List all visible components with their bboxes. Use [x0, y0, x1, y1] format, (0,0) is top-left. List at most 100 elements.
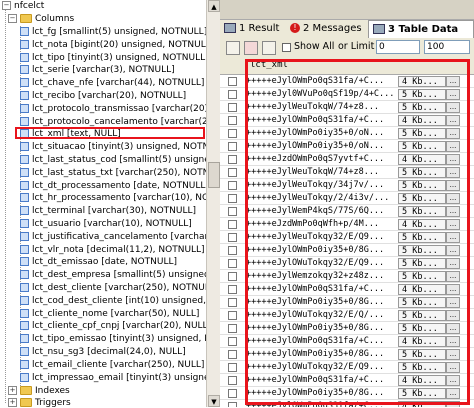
scroll-up-arrow-icon[interactable]: ▲ — [208, 0, 220, 12]
tree-column-item[interactable]: lct_last_status_txt [varchar(250), NOTNU… — [20, 167, 208, 179]
tree-column-item[interactable]: lct_protocolo_cancelamento [varchar(20),… — [20, 116, 208, 128]
row-select-checkbox[interactable] — [228, 402, 237, 407]
tree-column-item[interactable]: lct_serie [varchar(3), NOTNULL] — [20, 65, 175, 76]
tree-column-item[interactable]: lct_nota [bigint(20) unsigned, NOTNULL] — [20, 39, 208, 51]
row-select-checkbox[interactable] — [228, 363, 237, 372]
row-select-checkbox[interactable] — [228, 350, 237, 359]
tree-column-item[interactable]: lct_tipo [tinyint(3) unsigned, NOTNULL] — [20, 52, 208, 64]
scroll-down-arrow-icon[interactable]: ▼ — [208, 395, 220, 407]
row-select-checkbox[interactable] — [228, 311, 237, 320]
tree-column-label: lct_email_cliente [varchar(250), NULL] — [32, 359, 205, 370]
tab-table-data[interactable]: 3 Table Data — [368, 20, 474, 38]
tree-column-item[interactable]: lct_cliente_nome [varchar(50), NULL] — [20, 308, 199, 320]
column-icon — [20, 116, 29, 126]
table-name: nfcelct — [14, 1, 45, 11]
row-select-checkbox[interactable] — [228, 90, 237, 99]
filter-icon[interactable] — [262, 41, 276, 55]
tab-messages[interactable]: ! 2 Messages — [290, 20, 362, 38]
column-icon — [20, 206, 29, 216]
row-select-checkbox[interactable] — [228, 324, 237, 333]
tree-columns-node[interactable]: − Columns — [8, 14, 74, 25]
limit-input[interactable]: 100 — [424, 40, 470, 54]
indexes-label: Indexes — [35, 386, 70, 396]
tree-column-item[interactable]: lct_dt_emissao [date, NOTNULL] — [20, 257, 177, 268]
tree-column-item[interactable]: lct_situacao [tinyint(3) unsigned, NOTNU… — [20, 142, 208, 153]
scrollbar-thumb[interactable] — [208, 162, 220, 188]
row-select-checkbox[interactable] — [228, 155, 237, 164]
offset-input[interactable]: 0 — [376, 40, 420, 54]
tree-indexes-node[interactable]: + Indexes — [8, 386, 70, 397]
column-icon — [20, 193, 29, 203]
tree-column-label: lct_impressao_email [tinyint(3) unsigned… — [32, 372, 208, 383]
tree-column-item[interactable]: lct_tipo_emissao [tinyint(3) unsigned, N… — [20, 334, 208, 345]
tree-column-item[interactable]: lct_protocolo_transmissao [varchar(20), … — [20, 103, 208, 115]
row-select-checkbox[interactable] — [228, 337, 237, 346]
row-select-checkbox[interactable] — [228, 272, 237, 281]
tree-column-item[interactable]: lct_cliente_cpf_cnpj [varchar(20), NULL] — [20, 321, 208, 332]
tree-column-item[interactable]: lct_nsu_sg3 [decimal(24,0), NULL] — [20, 347, 186, 358]
tree-column-item[interactable]: lct_usuario [varchar(10), NOTNULL] — [20, 219, 192, 230]
tab-table-data-label: 3 Table Data — [388, 24, 459, 35]
tree-column-item[interactable]: lct_last_status_cod [smallint(5) unsigne… — [20, 155, 208, 166]
tree-triggers-node[interactable]: + Triggers — [8, 398, 71, 407]
column-icon — [20, 372, 29, 382]
tree-column-item[interactable]: lct_recibo [varchar(20), NOTNULL] — [20, 91, 186, 102]
collapse-icon[interactable]: − — [8, 14, 17, 23]
row-select-checkbox[interactable] — [228, 116, 237, 125]
tree-table-node[interactable]: − nfcelct — [2, 1, 44, 12]
save-changes-icon[interactable] — [226, 41, 240, 55]
error-icon: ! — [290, 23, 300, 33]
row-select-checkbox[interactable] — [228, 103, 237, 112]
tree-column-label: lct_dest_empresa [smallint(5) unsigned, … — [32, 270, 208, 281]
row-select-checkbox[interactable] — [228, 194, 237, 203]
tree-column-item[interactable]: lct_cod_dest_cliente [int(10) unsigned, … — [20, 295, 208, 307]
row-select-checkbox[interactable] — [228, 298, 237, 307]
row-select-checkbox[interactable] — [228, 168, 237, 177]
column-icon — [20, 65, 29, 75]
tree-column-item[interactable]: lct_justificativa_cancelamento [varchar(… — [20, 231, 208, 243]
row-select-checkbox[interactable] — [228, 220, 237, 229]
row-select-checkbox[interactable] — [228, 259, 237, 268]
column-icon — [20, 52, 29, 62]
triggers-label: Triggers — [35, 398, 71, 407]
expand-icon[interactable]: + — [8, 398, 17, 407]
tree-column-item[interactable]: lct_terminal [varchar(30), NOTNULL] — [20, 206, 196, 217]
tree-column-item[interactable]: lct_dt_processamento [date, NOTNULL] — [20, 180, 208, 192]
row-select-checkbox[interactable] — [228, 233, 237, 242]
row-select-checkbox[interactable] — [228, 376, 237, 385]
column-icon — [20, 244, 29, 254]
tree-column-item[interactable]: lct_dest_empresa [smallint(5) unsigned, … — [20, 270, 208, 281]
tab-result[interactable]: 1 Result — [224, 20, 279, 38]
tree-column-item[interactable]: lct_dest_cliente [varchar(250), NOTNULL] — [20, 283, 208, 294]
row-select-checkbox[interactable] — [228, 207, 237, 216]
tree-column-label: lct_situacao [tinyint(3) unsigned, NOTNU… — [32, 142, 208, 153]
column-icon — [20, 142, 29, 152]
row-select-checkbox[interactable] — [228, 77, 237, 86]
row-select-checkbox[interactable] — [228, 181, 237, 190]
column-icon — [20, 155, 29, 164]
tree-column-item[interactable]: lct_hr_processamento [varchar(10), NOTNU… — [20, 193, 208, 204]
expand-icon[interactable]: + — [8, 386, 17, 395]
row-select-checkbox[interactable] — [228, 129, 237, 138]
delete-row-icon[interactable] — [244, 41, 258, 55]
tree-column-item[interactable]: lct_chave_nfe [varchar(44), NOTNULL] — [20, 78, 204, 89]
column-icon — [20, 283, 29, 292]
column-icon — [20, 334, 29, 344]
tree-column-item[interactable]: lct_fg [smallint(5) unsigned, NOTNULL] — [20, 27, 207, 38]
tree-column-item[interactable]: lct_vlr_nota [decimal(11,2), NOTNULL] — [20, 244, 205, 256]
panel-header-strip — [220, 0, 474, 20]
tree-scrollbar[interactable]: ▲ ▼ — [206, 0, 221, 407]
tree-column-label: lct_dt_emissao [date, NOTNULL] — [32, 257, 177, 268]
collapse-icon[interactable]: − — [2, 1, 11, 10]
show-all-checkbox[interactable] — [282, 43, 291, 52]
folder-icon — [20, 398, 32, 407]
tree-column-label: lct_dest_cliente [varchar(250), NOTNULL] — [32, 283, 208, 293]
row-select-checkbox[interactable] — [228, 246, 237, 255]
object-tree: − nfcelct − Columns lct_fg [smallint(5) un… — [0, 0, 208, 407]
row-select-checkbox[interactable] — [228, 142, 237, 151]
tree-column-item[interactable]: lct_email_cliente [varchar(250), NULL] — [20, 359, 205, 371]
row-select-checkbox[interactable] — [228, 285, 237, 294]
row-select-checkbox[interactable] — [228, 389, 237, 398]
column-icon — [20, 231, 29, 241]
tree-column-item[interactable]: lct_impressao_email [tinyint(3) unsigned… — [20, 372, 208, 384]
